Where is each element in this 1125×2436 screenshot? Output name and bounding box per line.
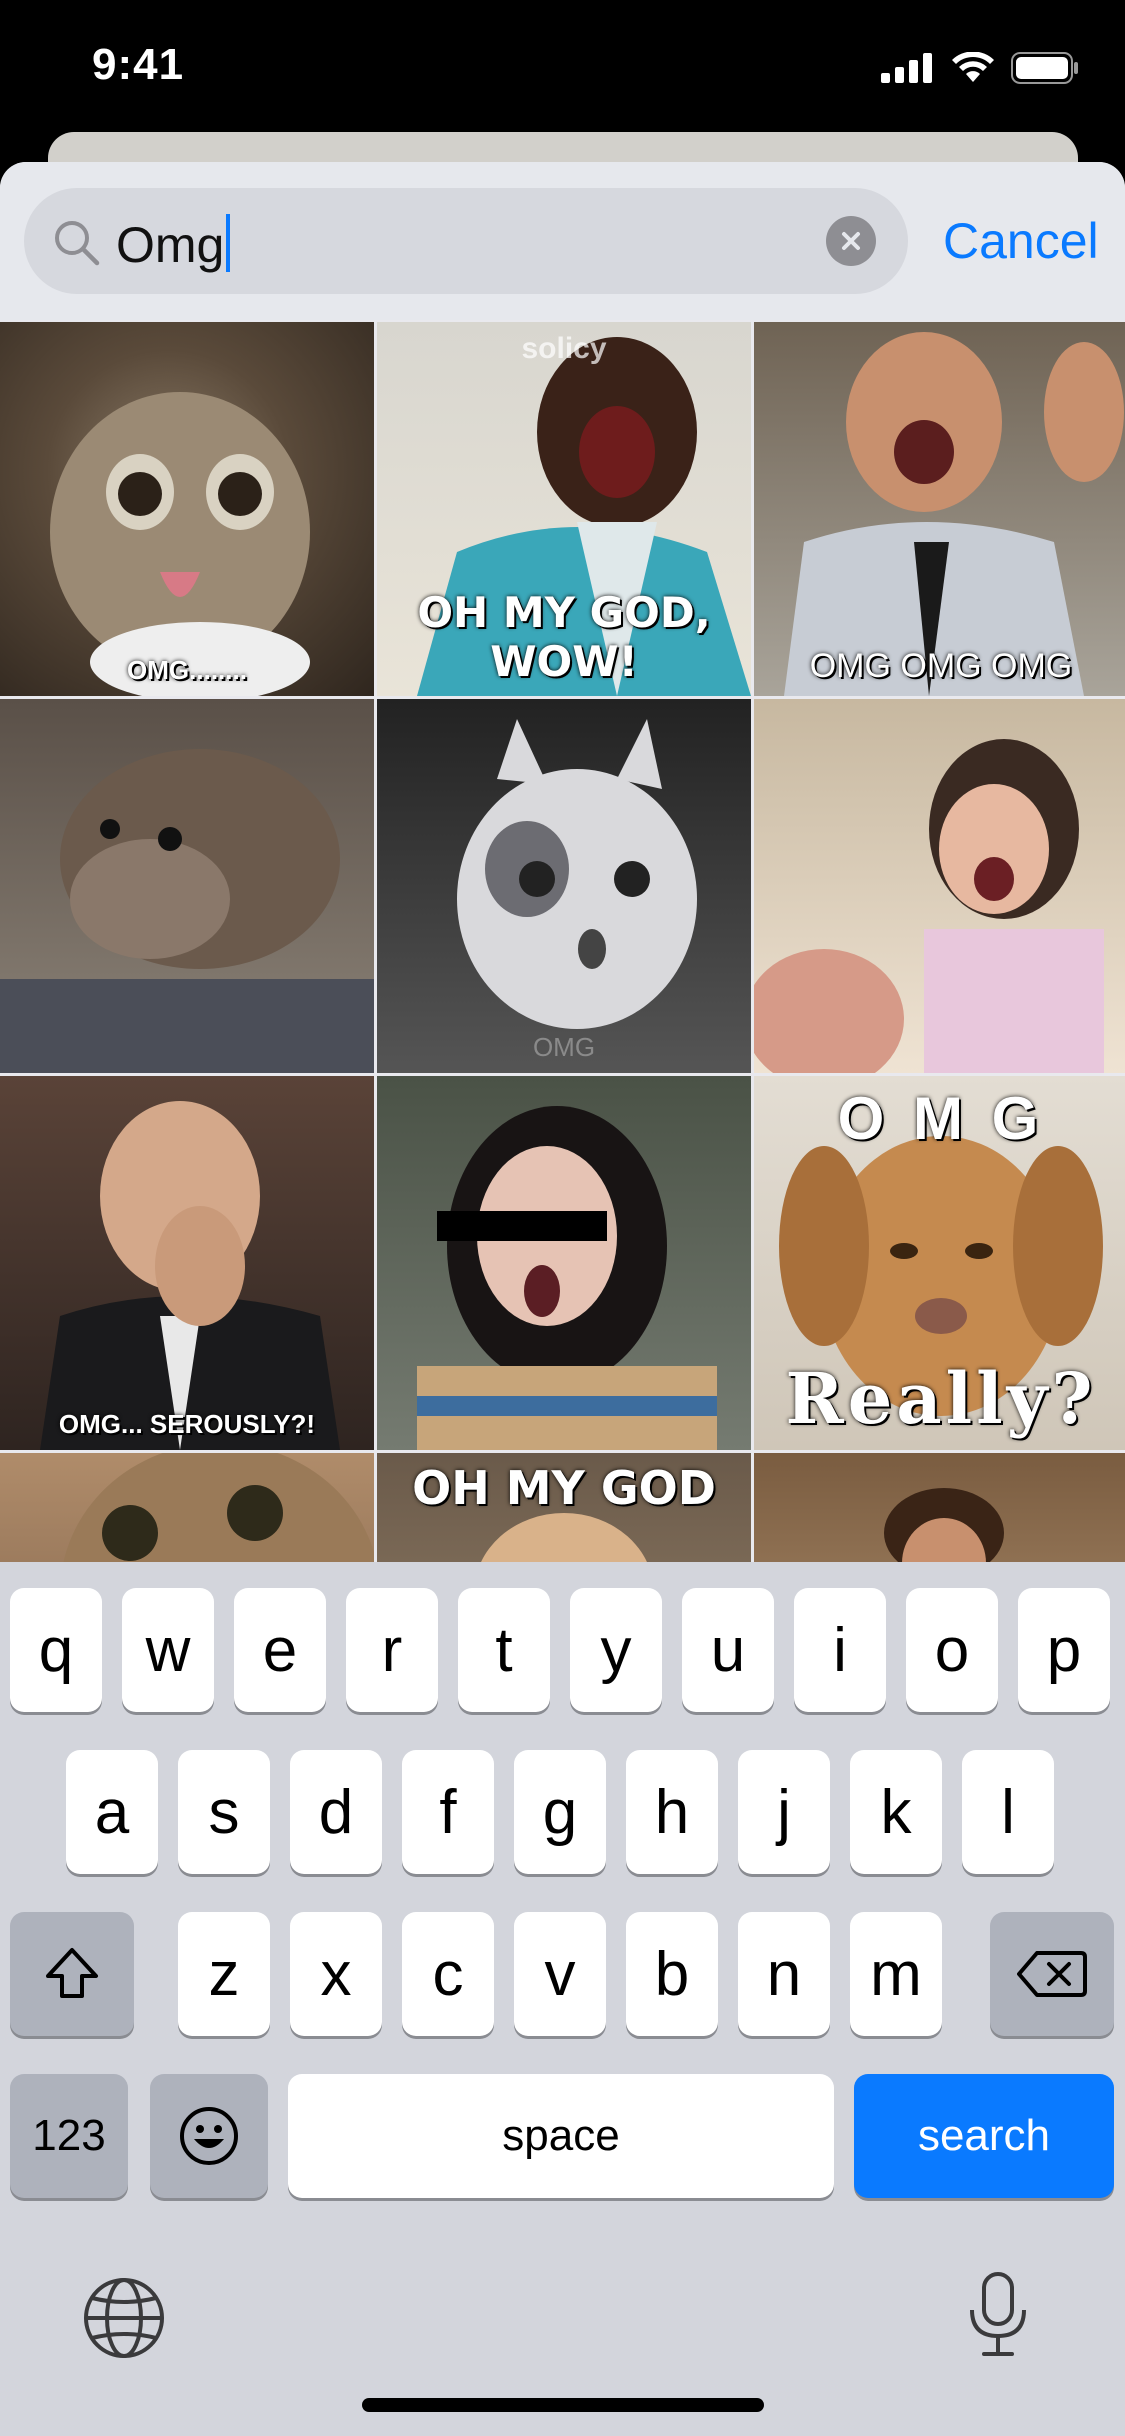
gif-caption: OMG........ — [127, 655, 247, 685]
shocked-cat-thumbnail — [457, 719, 697, 1029]
gif-result[interactable]: O M G Really? — [754, 1076, 1125, 1450]
gif-caption: OMG — [532, 1032, 596, 1062]
key-w[interactable]: w — [122, 1588, 214, 1712]
backspace-key[interactable] — [990, 1912, 1114, 2036]
key-c[interactable]: c — [402, 1912, 494, 2036]
wifi-icon — [952, 52, 994, 82]
key-e[interactable]: e — [234, 1588, 326, 1712]
key-r[interactable]: r — [346, 1588, 438, 1712]
key-i[interactable]: i — [794, 1588, 886, 1712]
key-q[interactable]: q — [10, 1588, 102, 1712]
man-cheering-thumbnail — [784, 332, 1124, 696]
gif-result[interactable] — [0, 699, 374, 1073]
key-l[interactable]: l — [962, 1750, 1054, 1874]
search-header: Omg Cancel — [0, 162, 1125, 320]
key-u[interactable]: u — [682, 1588, 774, 1712]
gif-caption-top: OH MY GOD — [412, 1461, 716, 1515]
gif-caption: Really? — [785, 1357, 1097, 1440]
gif-result[interactable] — [377, 1076, 751, 1450]
key-o[interactable]: o — [906, 1588, 998, 1712]
keyboard: q w e r t y u i o p a s d f g h j k l z … — [0, 1562, 1125, 2436]
gif-result[interactable] — [754, 699, 1125, 1073]
key-p[interactable]: p — [1018, 1588, 1110, 1712]
woman-sunglasses-thumbnail — [417, 1106, 717, 1450]
key-z[interactable]: z — [178, 1912, 270, 2036]
gif-caption: OMG... SEROUSLY?! — [58, 1409, 316, 1439]
emoji-key[interactable] — [150, 2074, 268, 2198]
key-g[interactable]: g — [514, 1750, 606, 1874]
status-time: 9:41 — [92, 40, 185, 89]
shift-key[interactable] — [10, 1912, 134, 2036]
man-facepalm-thumbnail — [40, 1101, 340, 1450]
search-input-value: Omg — [116, 214, 231, 274]
gif-caption-top: O M G — [837, 1085, 1045, 1152]
key-t[interactable]: t — [458, 1588, 550, 1712]
key-f[interactable]: f — [402, 1750, 494, 1874]
key-n[interactable]: n — [738, 1912, 830, 2036]
home-indicator[interactable] — [362, 2398, 764, 2412]
key-d[interactable]: d — [290, 1750, 382, 1874]
gif-caption: OH MY GOD, WOW! — [417, 588, 711, 686]
key-k[interactable]: k — [850, 1750, 942, 1874]
cellular-signal-icon — [881, 53, 932, 83]
search-icon — [55, 221, 100, 266]
status-icons — [881, 52, 1079, 84]
key-v[interactable]: v — [514, 1912, 606, 2036]
girl-screaming-thumbnail — [754, 739, 1104, 1073]
microphone-icon[interactable] — [966, 2270, 1030, 2360]
search-query: Omg — [116, 217, 225, 273]
otter-thumbnail — [0, 749, 374, 1073]
gif-result[interactable]: solicy OH MY GOD, WOW! — [377, 322, 751, 696]
gif-watermark: solicy — [521, 332, 607, 365]
key-y[interactable]: y — [570, 1588, 662, 1712]
shift-icon — [46, 1948, 98, 1998]
search-key[interactable]: search — [854, 2074, 1114, 2198]
clear-icon[interactable] — [826, 216, 876, 266]
emoji-icon — [180, 2107, 238, 2165]
globe-icon[interactable] — [82, 2276, 166, 2360]
key-j[interactable]: j — [738, 1750, 830, 1874]
key-b[interactable]: b — [626, 1912, 718, 2036]
status-bar: 9:41 — [0, 0, 1125, 130]
gif-result[interactable]: OMG OMG OMG — [754, 322, 1125, 696]
gif-caption: OMG OMG OMG — [809, 647, 1073, 685]
gif-result[interactable]: OMG — [377, 699, 751, 1073]
cat-thumbnail — [50, 392, 310, 696]
key-m[interactable]: m — [850, 1912, 942, 2036]
numbers-key[interactable]: 123 — [10, 2074, 128, 2198]
backspace-icon — [1017, 1951, 1087, 1997]
key-s[interactable]: s — [178, 1750, 270, 1874]
gif-result[interactable]: OMG... SEROUSLY?! — [0, 1076, 374, 1450]
text-caret — [226, 214, 231, 272]
cancel-button[interactable]: Cancel — [943, 212, 1099, 270]
key-x[interactable]: x — [290, 1912, 382, 2036]
space-key[interactable]: space — [288, 2074, 834, 2198]
search-input[interactable]: Omg — [24, 188, 908, 294]
key-a[interactable]: a — [66, 1750, 158, 1874]
battery-icon — [1011, 52, 1078, 84]
key-h[interactable]: h — [626, 1750, 718, 1874]
gif-result[interactable]: OMG........ — [0, 322, 374, 696]
